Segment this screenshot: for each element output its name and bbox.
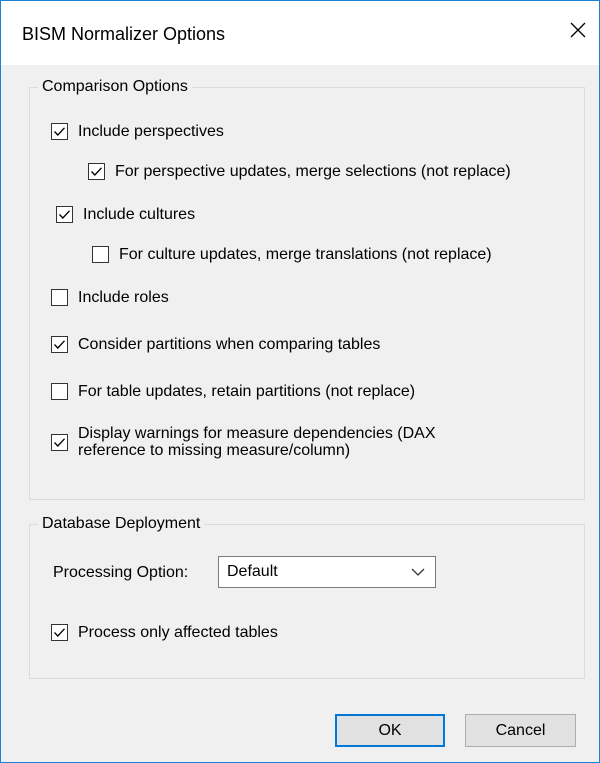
include-roles-checkbox[interactable]: Include roles (51, 289, 169, 307)
checkbox-box[interactable] (51, 383, 68, 400)
close-icon (570, 22, 586, 38)
check-icon (54, 628, 65, 637)
ok-button[interactable]: OK (335, 714, 445, 747)
checkbox-box[interactable] (51, 289, 68, 306)
dialog-window: BISM Normalizer Options Comparison Optio… (0, 0, 600, 763)
merge-perspective-selections-checkbox[interactable]: For perspective updates, merge selection… (88, 163, 511, 181)
check-icon (59, 210, 70, 219)
process-affected-tables-checkbox[interactable]: Process only affected tables (51, 624, 278, 642)
processing-option-value: Default (227, 563, 278, 580)
checkbox-box[interactable] (51, 336, 68, 353)
checkbox-label: Include roles (78, 289, 169, 306)
merge-culture-translations-checkbox[interactable]: For culture updates, merge translations … (92, 246, 492, 264)
window-title: BISM Normalizer Options (22, 24, 226, 44)
close-button[interactable] (563, 15, 593, 45)
include-perspectives-checkbox[interactable]: Include perspectives (51, 123, 224, 141)
checkbox-label: Consider partitions when comparing table… (78, 336, 381, 353)
chevron-down-icon (411, 568, 425, 576)
title-bar: BISM Normalizer Options (1, 1, 599, 65)
checkbox-label: Include cultures (83, 206, 196, 223)
checkbox-box[interactable] (88, 163, 105, 180)
checkbox-label: For perspective updates, merge selection… (115, 163, 511, 180)
comparison-options-legend: Comparison Options (42, 78, 188, 95)
processing-option-select[interactable]: Default (218, 556, 436, 588)
check-icon (54, 340, 65, 349)
checkbox-box[interactable] (51, 433, 68, 451)
consider-partitions-checkbox[interactable]: Consider partitions when comparing table… (51, 336, 380, 354)
cancel-button[interactable]: Cancel (465, 714, 576, 747)
check-icon (91, 167, 102, 176)
processing-option-label: Processing Option: (53, 564, 189, 581)
checkbox-label: Include perspectives (78, 123, 224, 140)
checkbox-label: Process only affected tables (78, 624, 278, 641)
database-deployment-group: Database Deployment (29, 515, 585, 679)
display-measure-warnings-checkbox[interactable]: Display warnings for measure dependencie… (51, 425, 498, 459)
retain-partitions-checkbox[interactable]: For table updates, retain partitions (no… (51, 383, 415, 401)
checkbox-box[interactable] (51, 624, 68, 641)
check-icon (54, 127, 65, 136)
dialog-body: Comparison Options Include perspectives … (1, 65, 599, 762)
include-cultures-checkbox[interactable]: Include cultures (56, 206, 195, 224)
checkbox-label: For table updates, retain partitions (no… (78, 383, 416, 400)
checkbox-box[interactable] (56, 206, 73, 223)
check-icon (54, 437, 65, 447)
checkbox-label: Display warnings for measure dependencie… (78, 425, 436, 459)
checkbox-box[interactable] (92, 246, 109, 263)
checkbox-box[interactable] (51, 123, 68, 140)
checkbox-label: For culture updates, merge translations … (119, 246, 492, 263)
database-deployment-legend: Database Deployment (42, 515, 201, 532)
